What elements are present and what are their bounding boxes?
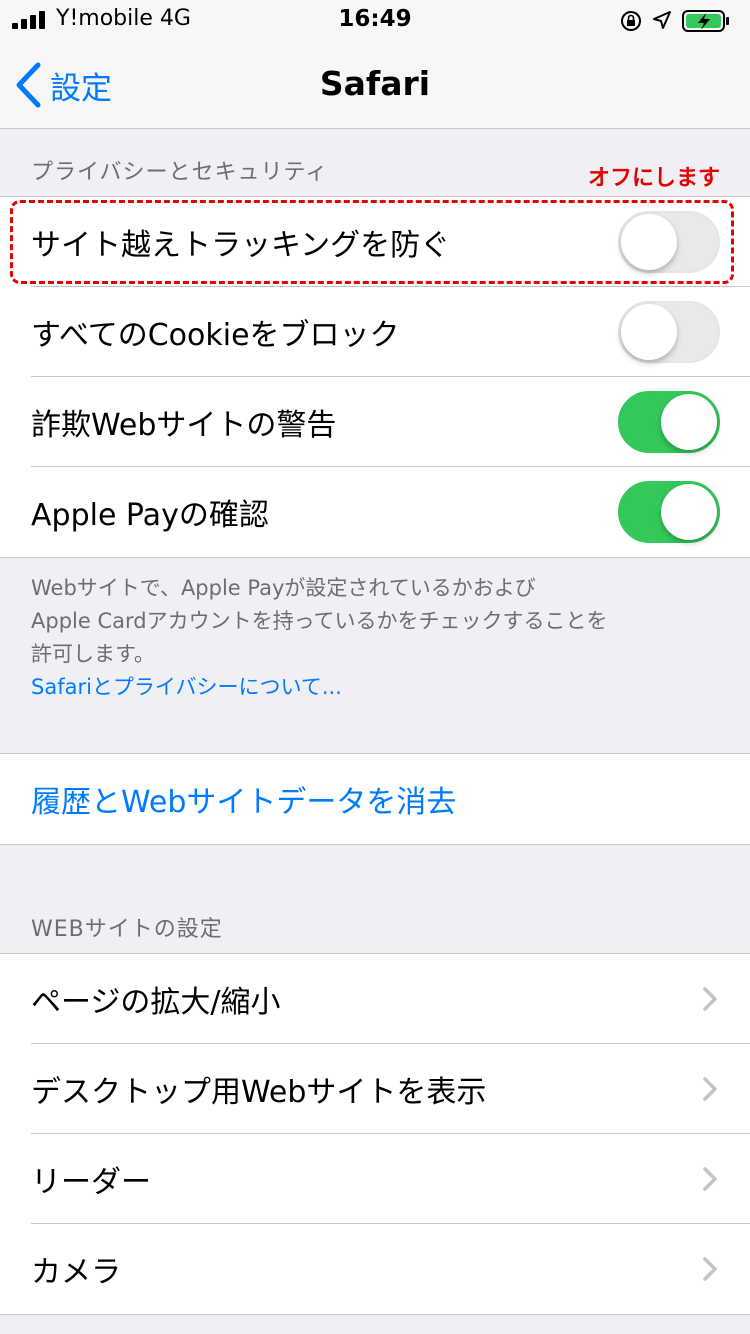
row-reader[interactable]: リーダー bbox=[0, 1134, 750, 1224]
orientation-lock-icon bbox=[621, 11, 641, 31]
toggle-check-apple-pay[interactable] bbox=[618, 481, 720, 543]
row-block-all-cookies: すべてのCookieをブロック bbox=[0, 287, 750, 377]
row-label: ページの拡大/縮小 bbox=[31, 985, 281, 1020]
row-check-apple-pay: Apple Payの確認 bbox=[0, 467, 750, 557]
row-label: デスクトップ用Webサイトを表示 bbox=[31, 1075, 487, 1110]
website-settings-group: ページの拡大/縮小 デスクトップ用Webサイトを表示 リーダー カメラ bbox=[0, 953, 750, 1315]
row-fraudulent-website-warning: 詐欺Webサイトの警告 bbox=[0, 377, 750, 467]
row-request-desktop-website[interactable]: デスクトップ用Webサイトを表示 bbox=[0, 1044, 750, 1134]
clear-history-group: 履歴とWebサイトデータを消去 bbox=[0, 753, 750, 845]
toggle-knob bbox=[621, 304, 677, 360]
toggle-knob bbox=[661, 394, 717, 450]
row-label: リーダー bbox=[31, 1165, 151, 1200]
clear-history-label: 履歴とWebサイトデータを消去 bbox=[31, 785, 457, 820]
privacy-footer-note: Webサイトで、Apple Payが設定されているかおよび Apple Card… bbox=[31, 572, 721, 704]
status-icons bbox=[620, 8, 740, 32]
annotation-highlight-box bbox=[10, 200, 734, 284]
toggle-fraudulent-website-warning[interactable] bbox=[618, 391, 720, 453]
section-header-privacy: プライバシーとセキュリティ bbox=[31, 160, 329, 185]
row-label: カメラ bbox=[31, 1255, 121, 1290]
safari-privacy-link[interactable]: Safariとプライバシーについて... bbox=[31, 671, 721, 704]
toggle-block-all-cookies[interactable] bbox=[618, 301, 720, 363]
navigation-bar: 設定 Safari bbox=[0, 40, 750, 129]
section-header-website-settings: WEBサイトの設定 bbox=[31, 917, 223, 942]
annotation-label: オフにします bbox=[587, 166, 720, 191]
row-camera[interactable]: カメラ bbox=[0, 1224, 750, 1314]
footer-line: Apple Cardアカウントを持っているかをチェックすることを bbox=[31, 609, 608, 633]
chevron-right-icon bbox=[703, 1077, 717, 1101]
chevron-right-icon bbox=[703, 1257, 717, 1281]
location-icon bbox=[653, 11, 671, 29]
clear-history-button[interactable]: 履歴とWebサイトデータを消去 bbox=[0, 754, 750, 844]
row-page-zoom[interactable]: ページの拡大/縮小 bbox=[0, 954, 750, 1044]
footer-line: 許可します。 bbox=[31, 642, 155, 666]
chevron-right-icon bbox=[703, 1167, 717, 1191]
page-title: Safari bbox=[319, 64, 431, 103]
chevron-right-icon bbox=[703, 987, 717, 1011]
battery-charging-icon bbox=[682, 10, 729, 32]
toggle-knob bbox=[661, 484, 717, 540]
status-bar: Y!mobile 4G 16:49 bbox=[0, 0, 750, 40]
footer-line: Webサイトで、Apple Payが設定されているかおよび bbox=[31, 576, 536, 600]
